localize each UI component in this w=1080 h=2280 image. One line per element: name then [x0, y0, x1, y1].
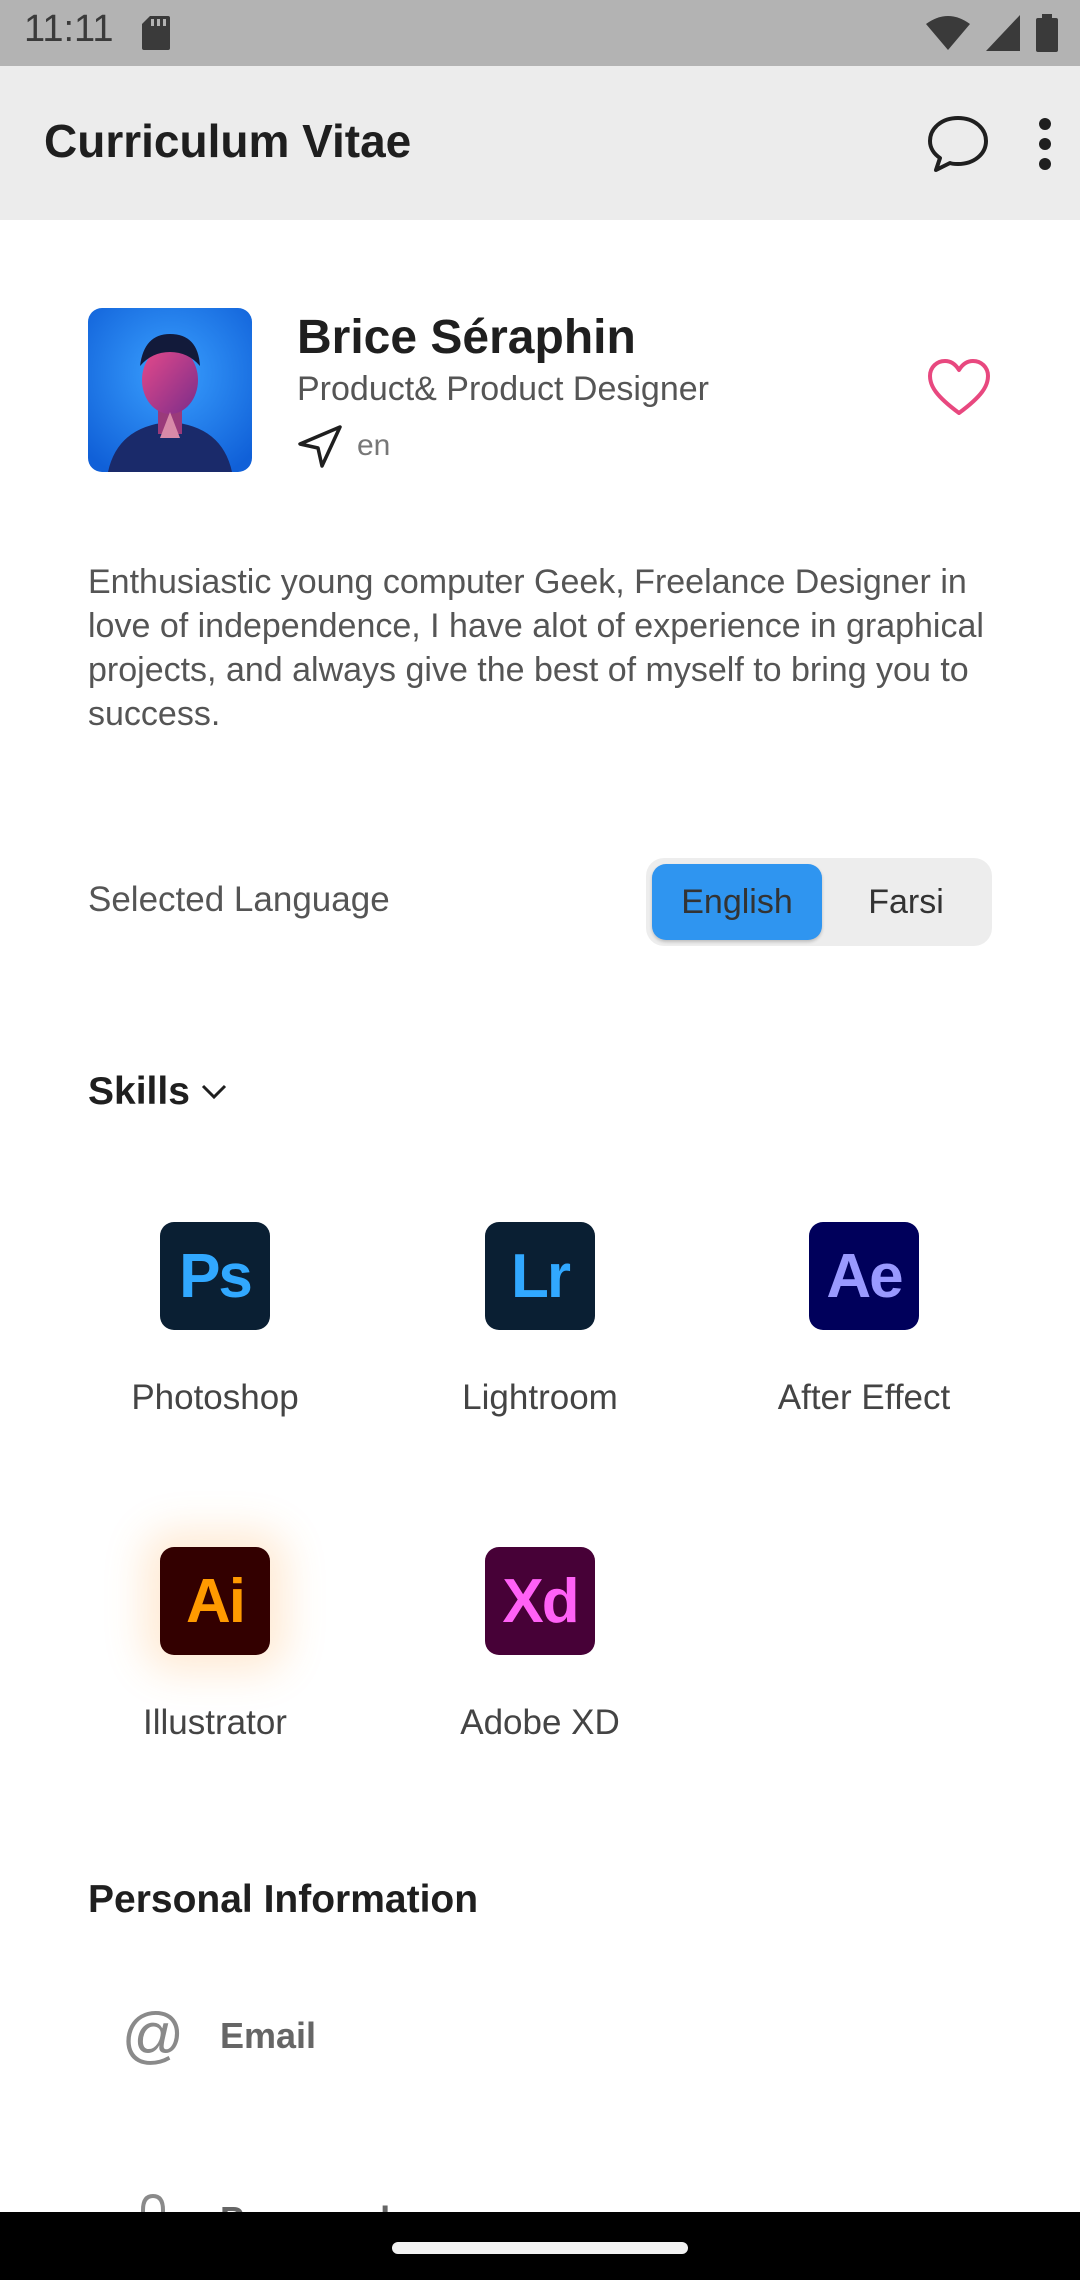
- profile-name: Brice Séraphin: [297, 311, 636, 364]
- language-indicator: en: [297, 424, 390, 468]
- skill-label: After Effect: [777, 1378, 951, 1417]
- status-time: 11:11: [24, 8, 114, 50]
- skill-after-effects[interactable]: Ae After Effect: [704, 1222, 1024, 1418]
- language-label: Selected Language: [88, 880, 390, 919]
- skills-title: Skills: [88, 1070, 190, 1113]
- app-title: Curriculum Vitae: [44, 115, 412, 167]
- signal-icon: [986, 15, 1020, 51]
- skill-label: Illustrator: [143, 1703, 287, 1742]
- skill-label: Photoshop: [131, 1378, 299, 1417]
- language-code: en: [357, 429, 391, 462]
- chat-button[interactable]: [920, 106, 996, 182]
- email-label: Email: [220, 2014, 317, 2056]
- profile-bio: Enthusiastic young computer Geek, Freela…: [88, 563, 984, 733]
- after-effects-icon: Ae: [809, 1222, 919, 1330]
- skill-lightroom[interactable]: Lr Lightroom: [380, 1222, 700, 1418]
- avatar: [88, 308, 252, 472]
- skill-photoshop[interactable]: Ps Photoshop: [55, 1222, 375, 1418]
- navigation-bar: [0, 2212, 1080, 2280]
- photoshop-icon: Ps: [160, 1222, 270, 1330]
- status-bar: 11:11: [0, 0, 1080, 66]
- wifi-icon: [926, 16, 970, 50]
- chevron-down-icon: [201, 1084, 226, 1100]
- skill-adobe-xd[interactable]: Xd Adobe XD: [380, 1547, 700, 1743]
- profile-role: Product& Product Designer: [297, 370, 709, 408]
- lightroom-icon: Lr: [485, 1222, 595, 1330]
- illustrator-icon: Ai: [160, 1547, 270, 1655]
- navigation-arrow-icon: [298, 425, 342, 468]
- skill-illustrator[interactable]: Ai Illustrator: [55, 1547, 375, 1743]
- app-bar: Curriculum Vitae: [0, 66, 1080, 220]
- home-indicator[interactable]: [392, 2242, 688, 2254]
- chat-icon: [928, 116, 988, 172]
- battery-icon: [1036, 14, 1058, 52]
- skills-header[interactable]: Skills: [88, 1070, 228, 1114]
- more-vert-icon: [1039, 118, 1051, 170]
- email-row[interactable]: @ Email: [120, 2000, 317, 2071]
- at-icon: @: [121, 2001, 185, 2070]
- heart-icon: [928, 359, 990, 415]
- adobe-xd-icon: Xd: [485, 1547, 595, 1655]
- language-toggle[interactable]: English Farsi: [646, 858, 992, 946]
- profile-photo: [88, 308, 252, 472]
- language-option-english[interactable]: English: [652, 864, 822, 940]
- personal-info-title: Personal Information: [88, 1878, 479, 1921]
- more-options-button[interactable]: [1020, 106, 1070, 182]
- favorite-button[interactable]: [926, 358, 992, 418]
- language-option-farsi[interactable]: Farsi: [826, 864, 986, 940]
- skill-label: Lightroom: [462, 1378, 618, 1417]
- skill-label: Adobe XD: [460, 1703, 620, 1742]
- sd-card-icon: [142, 16, 170, 50]
